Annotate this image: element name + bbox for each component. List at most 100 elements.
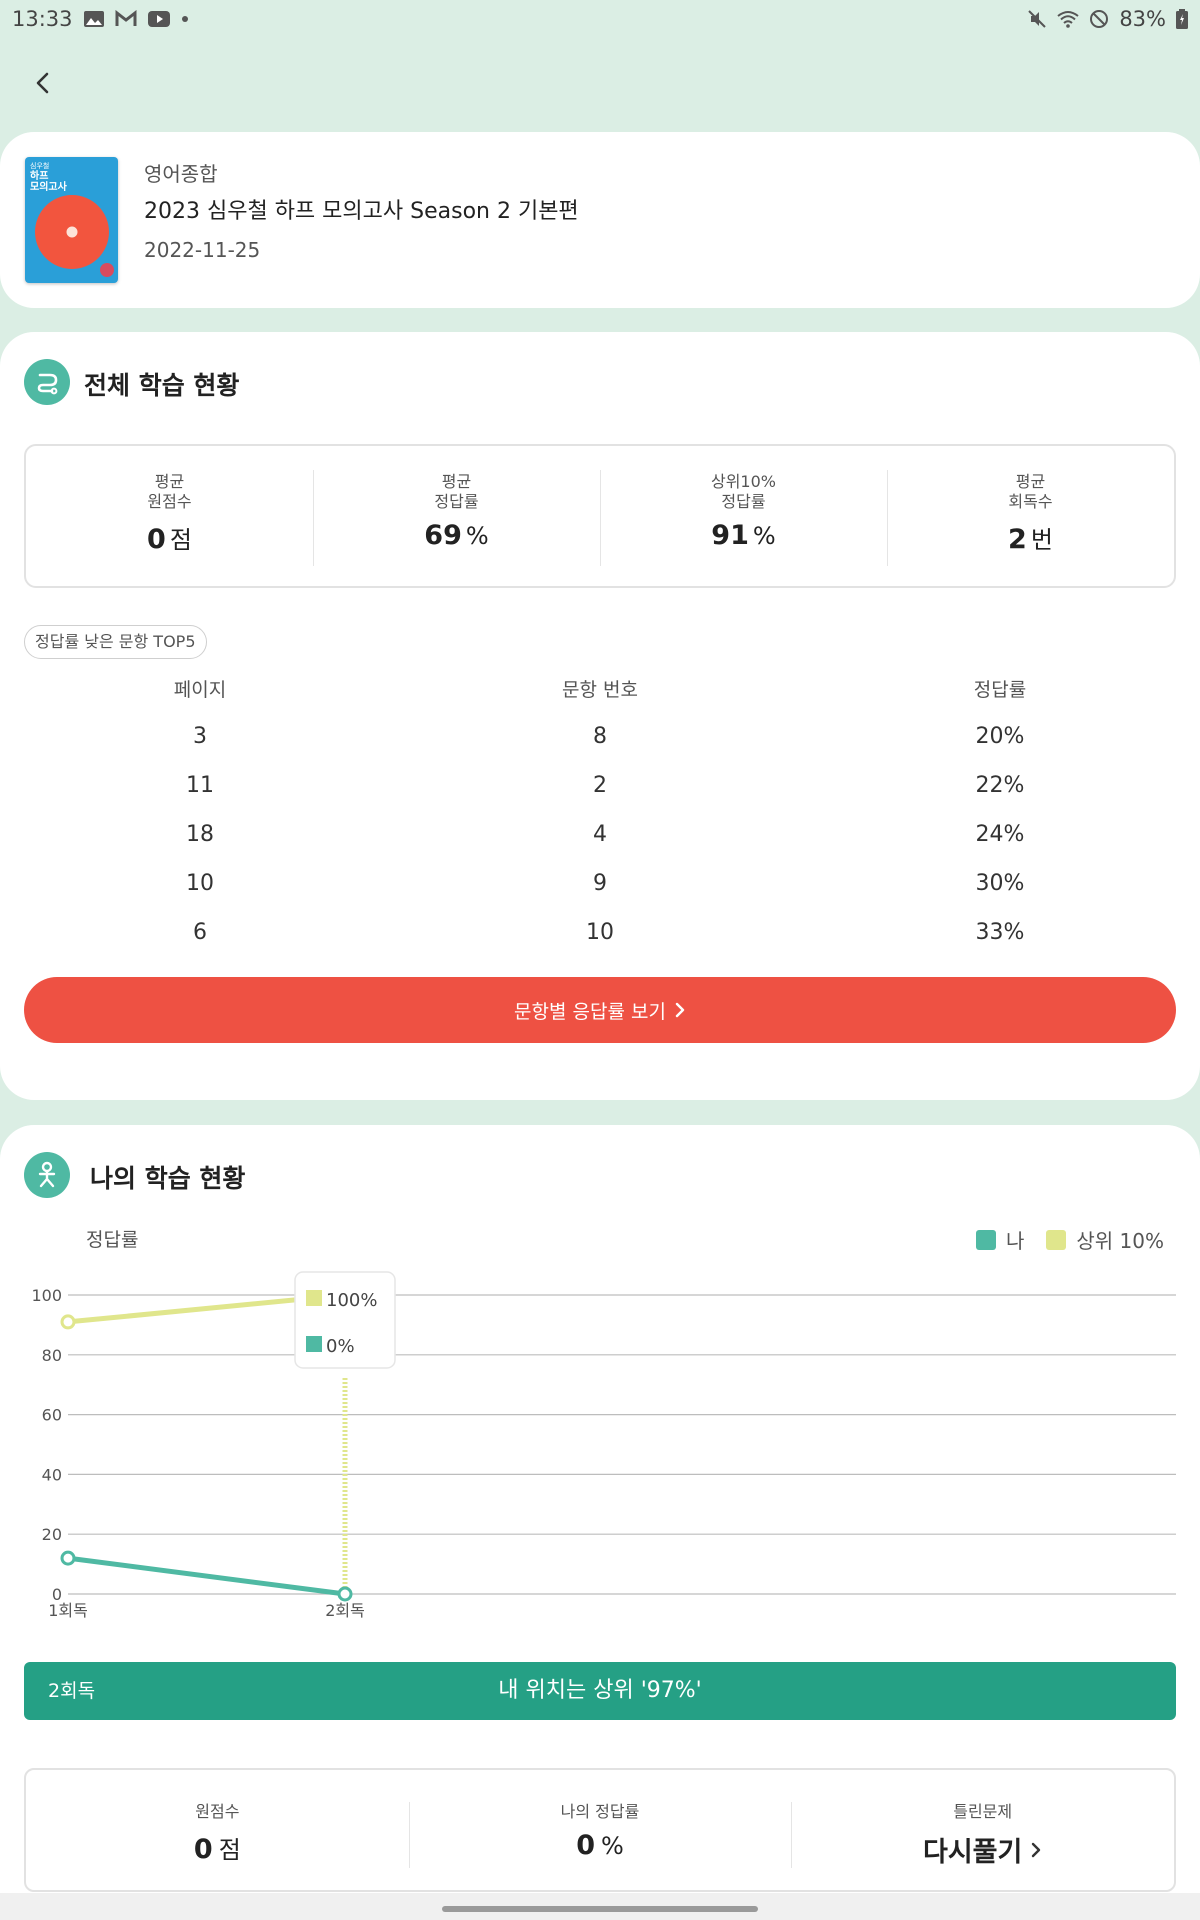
retry-button[interactable]: 다시풀기 [923, 1830, 1042, 1869]
back-button[interactable] [28, 68, 58, 98]
my-score: 원점수 0점 [26, 1770, 409, 1890]
view-response-rate-label: 문항별 응답률 보기 [514, 1000, 666, 1023]
cover-line3: 모의고사 [30, 182, 67, 193]
legend-swatch-top10 [1046, 1229, 1067, 1250]
status-time: 13:33 [12, 7, 73, 31]
tooltip-me-value: 0% [326, 1336, 355, 1357]
home-indicator[interactable] [442, 1906, 758, 1912]
retry-label: 다시풀기 [922, 1837, 1023, 1868]
cell-question: 10 [586, 920, 614, 945]
stat-label: 상위10% 정답률 [710, 472, 776, 511]
battery-icon [1176, 9, 1188, 29]
status-bar: 13:33 83% [0, 0, 1200, 38]
my-score-label: 원점수 [195, 1802, 240, 1821]
view-response-rate-button[interactable]: 문항별 응답률 보기 [24, 977, 1176, 1043]
cell-question: 8 [593, 724, 607, 749]
legend-item-top10: 상위 10% [1046, 1225, 1164, 1254]
retry-wrapper: 다시풀기 [791, 1830, 1174, 1869]
stat-avg-accuracy: 평균 정답률 69% [313, 446, 600, 586]
youtube-icon [147, 10, 171, 28]
cell-accuracy: 22% [975, 773, 1025, 798]
y-tick-label: 80 [42, 1346, 62, 1365]
image-icon [83, 10, 105, 28]
wrong-questions-label: 틀린문제 [953, 1802, 1013, 1821]
stat-top10-accuracy: 상위10% 정답률 91% [600, 446, 887, 586]
col-question-number: 문항 번호 [562, 679, 638, 701]
cell-page: 10 [186, 871, 214, 896]
data-point [60, 1550, 76, 1566]
book-date: 2022-11-25 [144, 238, 261, 262]
stat-value: 91% [711, 520, 776, 551]
series-line-0 [67, 1555, 346, 1597]
col-accuracy: 정답률 [973, 679, 1027, 701]
legend-item-me: 나 [975, 1225, 1025, 1254]
dot-icon [181, 15, 189, 23]
cell-question: 2 [593, 773, 607, 798]
cover-line2: 하프 [30, 171, 49, 182]
y-tick-label: 40 [42, 1465, 62, 1484]
col-page: 페이지 [173, 679, 227, 701]
table-row: 10 9 30% [0, 871, 1200, 920]
tooltip-swatch-top10 [306, 1290, 322, 1306]
battery-percent: 83% [1119, 7, 1166, 31]
wifi-icon [1057, 10, 1079, 28]
book-category: 영어종합 [144, 162, 218, 186]
book-title: 2023 심우철 하프 모의고사 Season 2 기본편 [144, 199, 579, 224]
stat-avg-rounds: 평균 회독수 2번 [887, 446, 1174, 586]
cell-page: 6 [193, 920, 207, 945]
cell-page: 3 [193, 724, 207, 749]
chart-y-label: 정답률 [86, 1229, 139, 1251]
stat-label: 평균 원점수 [147, 472, 192, 511]
cell-page: 11 [186, 773, 214, 798]
chart-legend: 나 상위 10% [975, 1225, 1164, 1254]
y-tick-label: 20 [42, 1525, 62, 1544]
cell-question: 9 [593, 871, 607, 896]
data-point [337, 1586, 353, 1602]
cell-accuracy: 30% [975, 871, 1025, 896]
overall-stats: 평균 원점수 0점 평균 정답률 69% 상위10% 정답률 91% 평균 회독… [24, 444, 1176, 588]
chevron-right-icon [675, 1002, 685, 1018]
y-tick-label: 100 [31, 1286, 62, 1305]
do-not-disturb-icon [1089, 9, 1109, 29]
chevron-right-icon [1032, 1842, 1041, 1857]
tooltip-top10-value: 100% [326, 1290, 377, 1311]
cover-sticker [100, 263, 114, 277]
my-accuracy-label: 나의 정답률 [560, 1802, 640, 1821]
table-row: 3 8 20% [0, 724, 1200, 773]
table-row: 11 2 22% [0, 773, 1200, 822]
x-tick-label: 1회독 [48, 1601, 88, 1620]
grapefruit-image [35, 195, 109, 269]
stat-value: 0점 [147, 524, 192, 555]
my-position-bar: 2회독 내 위치는 상위 '97%' [24, 1662, 1176, 1720]
my-accuracy-value: 0% [576, 1830, 624, 1861]
table-row: 18 4 24% [0, 822, 1200, 871]
x-tick-label: 2회독 [325, 1601, 365, 1620]
y-tick-label: 60 [42, 1406, 62, 1425]
my-score-value: 0점 [193, 1834, 241, 1865]
my-status-title: 나의 학습 현황 [90, 1164, 246, 1193]
route-icon [24, 359, 70, 405]
chevron-left-icon [36, 72, 49, 94]
cover-title: 하프 모의고사 [30, 171, 67, 193]
stat-label: 평균 정답률 [434, 472, 479, 511]
person-icon [24, 1152, 70, 1198]
low-accuracy-table: 페이지 문항 번호 정답률 3 8 20% 11 2 22% 18 4 24% … [0, 675, 1200, 969]
gmail-icon [115, 10, 137, 28]
wrong-questions: 틀린문제 다시풀기 [791, 1770, 1174, 1890]
table-header: 페이지 문항 번호 정답률 [0, 675, 1200, 724]
mute-icon [1027, 9, 1047, 29]
tooltip-swatch-me [306, 1336, 322, 1352]
position-text: 내 위치는 상위 '97%' [498, 1678, 702, 1703]
stat-value: 69% [424, 520, 489, 551]
cell-accuracy: 24% [975, 822, 1025, 847]
stat-value: 2번 [1008, 524, 1053, 555]
data-point [60, 1314, 76, 1330]
accuracy-chart[interactable]: 0204060801001회독 2회독100%0% [0, 1260, 1200, 1635]
legend-label-me: 나 [1005, 1229, 1025, 1253]
my-accuracy: 나의 정답률 0% [408, 1770, 792, 1890]
cell-page: 18 [186, 822, 214, 847]
my-stats: 원점수 0점 나의 정답률 0% 틀린문제 다시풀기 [24, 1768, 1176, 1892]
overall-title: 전체 학습 현황 [84, 371, 240, 400]
legend-label-top10: 상위 10% [1076, 1229, 1164, 1253]
cover-line1: 심우철 [30, 162, 50, 170]
